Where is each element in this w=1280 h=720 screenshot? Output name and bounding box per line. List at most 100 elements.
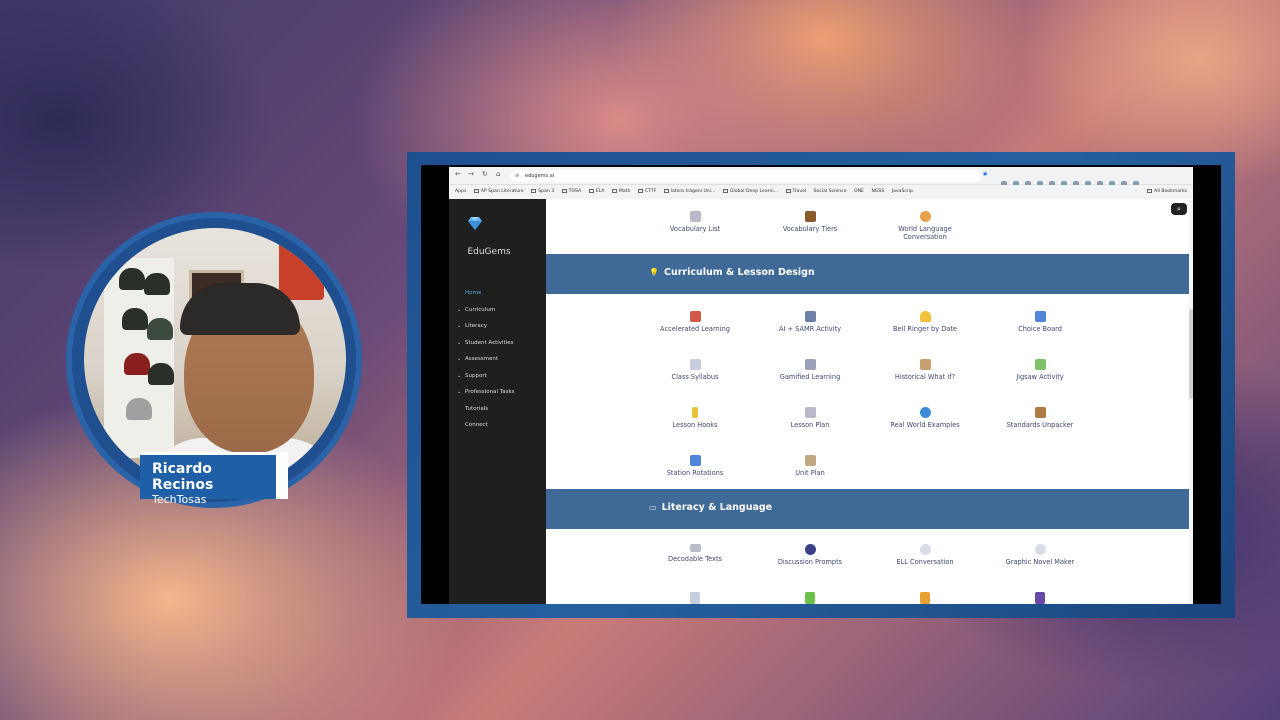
bookmark-item[interactable]: JavaScrip [892, 185, 913, 199]
ladder-icon [804, 211, 816, 222]
music-note-icon[interactable] [1035, 592, 1045, 604]
bookmark-item[interactable]: ELA [588, 185, 604, 199]
tile-graphic-novel-maker[interactable]: Graphic Novel Maker [985, 544, 1095, 566]
tile-jigsaw-activity[interactable]: Jigsaw Activity [985, 359, 1095, 381]
nav-item-student-activities[interactable]: ⌄ Student Activities [457, 337, 515, 354]
speaker-head-icon [804, 544, 816, 555]
bookmark-star-icon[interactable]: ★ [982, 170, 988, 178]
tile-real-world-examples[interactable]: Real World Examples [870, 407, 980, 429]
reload-icon[interactable]: ↻ [482, 170, 488, 178]
scrollbar-thumb[interactable] [1189, 309, 1193, 399]
tile-accelerated-learning[interactable]: Accelerated Learning [640, 311, 750, 333]
address-bar-row: ← → ↻ ⌂ ⊜ edugems.ai ★ [449, 167, 1193, 187]
lightbulb-icon: 💡 [649, 268, 659, 277]
section-header-literacy: ▭ Literacy & Language [546, 489, 1190, 529]
rocket-icon [689, 311, 701, 322]
home-icon[interactable]: ⌂ [496, 170, 500, 178]
puzzle-icon [1034, 359, 1046, 370]
all-bookmarks-button[interactable]: All Bookmarks [1147, 185, 1187, 199]
speech-bubble-icon [919, 544, 931, 555]
browser-window: ← → ↻ ⌂ ⊜ edugems.ai ★ Apps AP Span Lite… [449, 167, 1193, 604]
url-text: edugems.ai [525, 173, 555, 179]
tile-unit-plan[interactable]: Unit Plan [755, 455, 865, 477]
bookmarks-bar: Apps AP Span Literature Span 3 TOSA ELA … [449, 185, 1193, 199]
tile-decodable-texts[interactable]: Decodable Texts [640, 544, 750, 563]
bookmark-item[interactable]: Travel [785, 185, 806, 199]
tile-standards-unpacker[interactable]: Standards Unpacker [985, 407, 1095, 429]
dice-icon [804, 359, 816, 370]
bookmark-item[interactable]: Apps [455, 185, 466, 199]
clipboard-icon [804, 407, 816, 418]
tile-vocabulary-list[interactable]: Vocabulary List [640, 211, 750, 233]
tile-station-rotations[interactable]: Station Rotations [640, 455, 750, 477]
book-icon [689, 544, 701, 552]
nav-item-support[interactable]: ⌄ Support [457, 370, 515, 387]
chevron-down-icon: ⌄ [457, 356, 462, 362]
tile-gamified-learning[interactable]: Gamified Learning [755, 359, 865, 381]
tile-ai-samr-activity[interactable]: AI + SAMR Activity [755, 311, 865, 333]
thought-bubble-icon [1034, 544, 1046, 555]
hook-icon [692, 407, 698, 418]
tile-historical-what-if[interactable]: Historical What If? [870, 359, 980, 381]
site-sidebar: EduGems Home ⌄ Curriculum ⌄ Literacy ⌄ Stud… [449, 199, 546, 604]
tile-class-syllabus[interactable]: Class Syllabus [640, 359, 750, 381]
scrollbar[interactable] [1189, 199, 1193, 604]
nav-item-tutorials[interactable]: Tutorials [457, 403, 515, 420]
presenter-video [84, 228, 346, 490]
bookmark-item[interactable]: Global Deep Learni... [722, 185, 778, 199]
bookmark-item[interactable]: Social Science [814, 185, 847, 199]
bookmark-item[interactable]: CTTF [637, 185, 656, 199]
tile-world-language-conversation[interactable]: World Language Conversation [870, 211, 980, 241]
chevron-down-icon: ⌄ [457, 389, 462, 395]
bookmark-item[interactable]: latera tragoni Uni... [663, 185, 715, 199]
clipboard-icon [804, 455, 816, 466]
box-icon [1034, 407, 1046, 418]
presenter-org: TechTosas [152, 493, 207, 506]
nav-item-curriculum[interactable]: ⌄ Curriculum [457, 304, 515, 321]
bookmark-item[interactable]: AP Span Literature [473, 185, 524, 199]
tile-lesson-plan[interactable]: Lesson Plan [755, 407, 865, 429]
nav-item-assessment[interactable]: ⌄ Assessment [457, 353, 515, 370]
search-icon[interactable]: ⌕ [1171, 203, 1187, 215]
grid-icon [1034, 311, 1046, 322]
tile-bell-ringer-by-date[interactable]: Bell Ringer by Date [870, 311, 980, 333]
site-main: ⌕ Vocabulary List Vocabulary Tiers World… [546, 199, 1193, 604]
bell-icon [919, 311, 931, 322]
tile-ell-conversation[interactable]: ELL Conversation [870, 544, 980, 566]
bookmark-item[interactable]: TOSA [561, 185, 581, 199]
site-nav-menu: Home ⌄ Curriculum ⌄ Literacy ⌄ Student Acti… [457, 287, 515, 436]
book-icon: ▭ [649, 503, 657, 512]
forward-icon[interactable]: → [468, 170, 474, 178]
back-icon[interactable]: ← [455, 170, 461, 178]
robot-icon [804, 311, 816, 322]
green-book-icon[interactable] [805, 592, 815, 604]
tile-vocabulary-tiers[interactable]: Vocabulary Tiers [755, 211, 865, 233]
site-info-icon[interactable]: ⊜ [515, 170, 519, 182]
bookmark-item[interactable]: ONE [854, 185, 864, 199]
nav-item-literacy[interactable]: ⌄ Literacy [457, 320, 515, 337]
tile-discussion-prompts[interactable]: Discussion Prompts [755, 544, 865, 566]
bookmark-item[interactable]: Span 3 [531, 185, 554, 199]
tile-lesson-hooks[interactable]: Lesson Hooks [640, 407, 750, 429]
clipboard-icon [689, 211, 701, 222]
nav-item-professional-tasks[interactable]: ⌄ Professional Tasks [457, 386, 515, 403]
section-header-curriculum: 💡 Curriculum & Lesson Design [546, 254, 1190, 294]
page-icon[interactable] [690, 592, 700, 604]
bookmark-item[interactable]: Math [611, 185, 630, 199]
globe-icon [919, 211, 931, 222]
nav-item-home[interactable]: Home [457, 287, 515, 304]
globe-icon [919, 407, 931, 418]
pencil-icon[interactable] [920, 592, 930, 604]
presenter-nameplate: Ricardo Recinos TechTosas [140, 452, 288, 506]
page-icon [689, 359, 701, 370]
bookmark-item[interactable]: NGSS [871, 185, 884, 199]
presenter-name: Ricardo Recinos [152, 461, 214, 493]
url-field[interactable]: ⊜ edugems.ai [511, 170, 981, 182]
nav-item-connect[interactable]: Connect [457, 419, 515, 436]
gem-icon [468, 217, 482, 230]
extensions-row [1001, 172, 1145, 187]
tile-choice-board[interactable]: Choice Board [985, 311, 1095, 333]
chevron-down-icon: ⌄ [457, 372, 462, 379]
site-brand[interactable]: EduGems [449, 247, 529, 257]
chevron-down-icon: ⌄ [457, 306, 462, 313]
